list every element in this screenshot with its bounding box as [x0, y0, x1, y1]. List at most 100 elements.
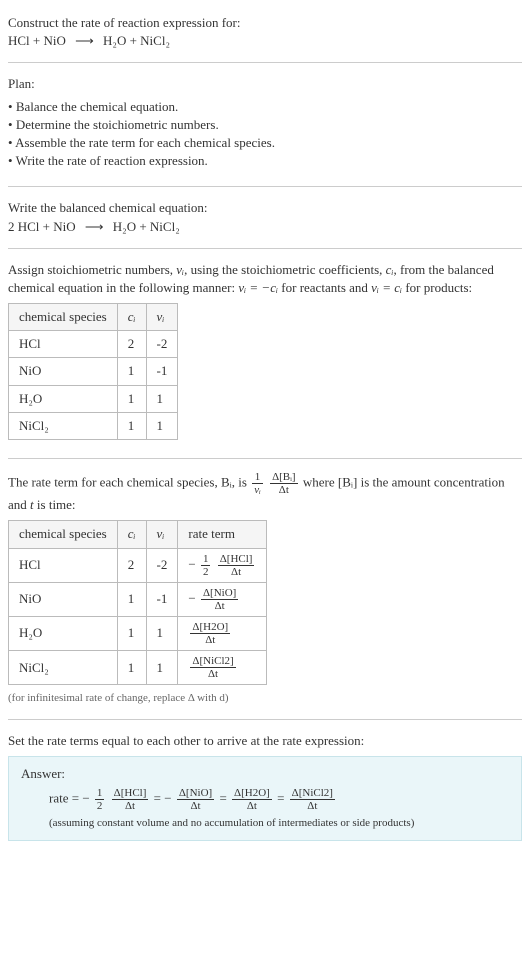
- cell-ci: 2: [117, 548, 146, 582]
- relation-reactants: νᵢ = −cᵢ: [238, 280, 278, 295]
- half-fraction: 1 2: [201, 553, 211, 578]
- cell-nui: -1: [146, 582, 178, 616]
- text: Assign stoichiometric numbers,: [8, 262, 176, 277]
- rateterm-intro: The rate term for each chemical species,…: [8, 471, 522, 514]
- cell-ci: 1: [117, 582, 146, 616]
- negative: −: [164, 791, 171, 806]
- fraction-num: Δ[Bᵢ]: [270, 471, 298, 484]
- answer-box: Answer: rate = − 1 2 Δ[HCl] Δt = − Δ[NiO…: [8, 756, 522, 841]
- fraction-den: Δt: [190, 634, 230, 646]
- plan-list: Balance the chemical equation. Determine…: [8, 98, 522, 171]
- delta-fraction: Δ[H2O] Δt: [190, 621, 230, 646]
- table-row: NiCl₂ 1 1 Δ[NiCl2] Δt: [9, 651, 267, 685]
- cell-rate: Δ[NiCl2] Δt: [178, 651, 267, 685]
- answer-assumption: (assuming constant volume and no accumul…: [21, 816, 509, 831]
- answer-expression: rate = − 1 2 Δ[HCl] Δt = − Δ[NiO] Δt = Δ…: [21, 787, 509, 812]
- relation-products: νᵢ = cᵢ: [371, 280, 402, 295]
- equals: =: [219, 791, 230, 806]
- col-nui: νᵢ: [146, 304, 178, 331]
- dbi-dt-fraction: Δ[Bᵢ] Δt: [270, 471, 298, 496]
- balanced-lhs: 2 HCl + NiO: [8, 219, 76, 234]
- balanced-rhs: H₂O + NiCl₂: [113, 219, 180, 234]
- c-i-symbol: cᵢ: [386, 262, 394, 277]
- balanced-equation: 2 HCl + NiO ⟶ H₂O + NiCl₂: [8, 218, 522, 236]
- equation-rhs: H₂O + NiCl₂: [103, 33, 170, 48]
- plan-item: Balance the chemical equation.: [8, 98, 522, 116]
- cell-ci: 1: [117, 385, 146, 412]
- equals: =: [154, 791, 165, 806]
- one-over-nu-fraction: 1 νᵢ: [252, 471, 263, 496]
- text: , is: [232, 475, 250, 490]
- reaction-arrow-icon: ⟶: [69, 33, 100, 48]
- final-section: Set the rate terms equal to each other t…: [8, 726, 522, 847]
- stoich-intro: Assign stoichiometric numbers, νᵢ, using…: [8, 261, 522, 297]
- equation-lhs: HCl + NiO: [8, 33, 66, 48]
- cell-nui: 1: [146, 412, 178, 439]
- cell-rate: Δ[H2O] Δt: [178, 616, 267, 650]
- bi-symbol: Bᵢ: [221, 475, 232, 490]
- delta-fraction: Δ[HCl] Δt: [218, 553, 255, 578]
- fraction-den: Δt: [218, 566, 255, 578]
- delta-fraction: Δ[NiCl2] Δt: [290, 787, 335, 812]
- balanced-label: Write the balanced chemical equation:: [8, 199, 522, 217]
- plan-section: Plan: Balance the chemical equation. Det…: [8, 69, 522, 180]
- table-row: H₂O 1 1 Δ[H2O] Δt: [9, 616, 267, 650]
- fraction-den: 2: [201, 566, 211, 578]
- divider: [8, 719, 522, 720]
- divider: [8, 62, 522, 63]
- fraction-den: 2: [95, 800, 105, 812]
- plan-item: Determine the stoichiometric numbers.: [8, 116, 522, 134]
- fraction-den: Δt: [290, 800, 335, 812]
- delta-fraction: Δ[HCl] Δt: [112, 787, 149, 812]
- text: The rate term for each chemical species,: [8, 475, 221, 490]
- problem-equation: HCl + NiO ⟶ H₂O + NiCl₂: [8, 32, 522, 50]
- col-ci: cᵢ: [117, 304, 146, 331]
- stoich-table: chemical species cᵢ νᵢ HCl 2 -2 NiO 1 -1…: [8, 303, 178, 440]
- rateterm-section: The rate term for each chemical species,…: [8, 465, 522, 713]
- problem-title: Construct the rate of reaction expressio…: [8, 14, 522, 32]
- cell-ci: 2: [117, 331, 146, 358]
- divider: [8, 248, 522, 249]
- fraction-den: Δt: [232, 800, 272, 812]
- table-row: NiO 1 -1 − Δ[NiO] Δt: [9, 582, 267, 616]
- fraction-num: Δ[NiCl2]: [290, 787, 335, 800]
- answer-label: Answer:: [21, 765, 509, 783]
- fraction-num: Δ[H2O]: [190, 621, 230, 634]
- table-row: HCl 2 -2 − 1 2 Δ[HCl] Δt: [9, 548, 267, 582]
- delta-fraction: Δ[NiO] Δt: [177, 787, 214, 812]
- fraction-den: Δt: [177, 800, 214, 812]
- fraction-den: Δt: [201, 600, 238, 612]
- cell-nui: -1: [146, 358, 178, 385]
- nu-i-symbol: νᵢ: [176, 262, 184, 277]
- table-row: H₂O 1 1: [9, 385, 178, 412]
- col-species: chemical species: [9, 521, 118, 548]
- cell-rate: − 1 2 Δ[HCl] Δt: [178, 548, 267, 582]
- cell-rate: − Δ[NiO] Δt: [178, 582, 267, 616]
- cell-species: H₂O: [9, 616, 118, 650]
- col-rate: rate term: [178, 521, 267, 548]
- cell-nui: 1: [146, 616, 178, 650]
- plan-label: Plan:: [8, 75, 522, 93]
- cell-ci: 1: [117, 651, 146, 685]
- fraction-den: Δt: [112, 800, 149, 812]
- cell-species: NiCl₂: [9, 651, 118, 685]
- divider: [8, 186, 522, 187]
- plan-item: Assemble the rate term for each chemical…: [8, 134, 522, 152]
- text: for products:: [402, 280, 472, 295]
- col-species: chemical species: [9, 304, 118, 331]
- half-fraction: 1 2: [95, 787, 105, 812]
- fraction-num: 1: [252, 471, 263, 484]
- divider: [8, 458, 522, 459]
- cell-species: NiO: [9, 358, 118, 385]
- problem-header: Construct the rate of reaction expressio…: [8, 8, 522, 56]
- stoich-section: Assign stoichiometric numbers, νᵢ, using…: [8, 255, 522, 452]
- cell-ci: 1: [117, 412, 146, 439]
- fraction-den: Δt: [190, 668, 235, 680]
- cell-nui: 1: [146, 651, 178, 685]
- cell-species: NiO: [9, 582, 118, 616]
- cell-species: HCl: [9, 331, 118, 358]
- fraction-num: Δ[HCl]: [218, 553, 255, 566]
- cell-nui: -2: [146, 331, 178, 358]
- balanced-section: Write the balanced chemical equation: 2 …: [8, 193, 522, 241]
- cell-nui: 1: [146, 385, 178, 412]
